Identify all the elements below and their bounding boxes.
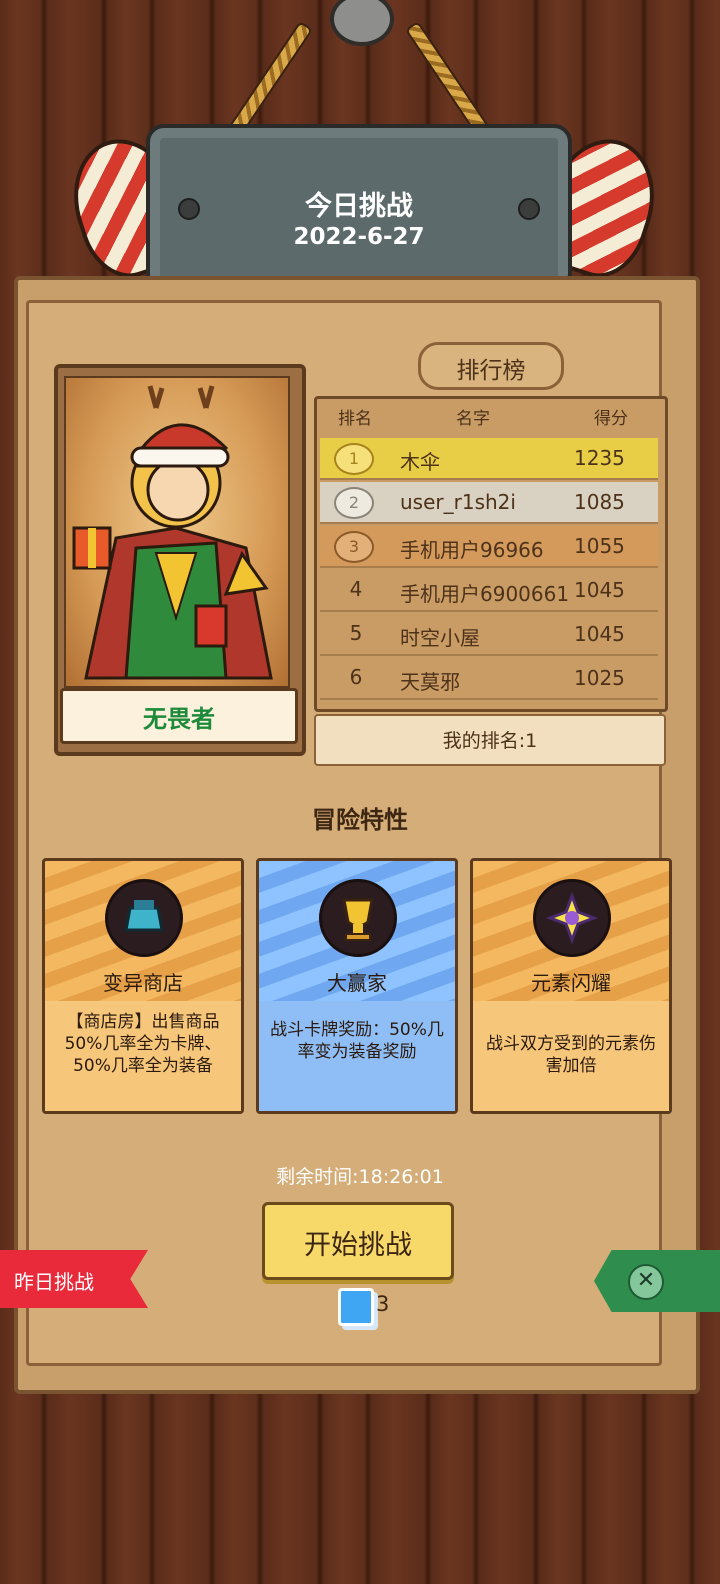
player-score: 1085 bbox=[574, 490, 625, 514]
player-score: 1055 bbox=[574, 534, 625, 558]
player-name: user_r1sh2i bbox=[400, 490, 516, 514]
close-button[interactable]: ✕ bbox=[594, 1250, 720, 1312]
mutant-shop-icon bbox=[105, 879, 183, 957]
yesterday-challenge-button[interactable]: 昨日挑战 bbox=[0, 1250, 148, 1308]
leaderboard-row: 1 木伞 1235 bbox=[320, 438, 658, 480]
ticket-count: 3 bbox=[376, 1292, 390, 1316]
player-name: 时空小屋 bbox=[400, 626, 480, 650]
page-title: 今日挑战 bbox=[305, 191, 413, 222]
remaining-time: 剩余时间:18:26:01 bbox=[276, 1166, 444, 1188]
trait-card-element-burst[interactable]: 元素闪耀 战斗双方受到的元素伤害加倍 bbox=[470, 858, 672, 1114]
start-challenge-button[interactable]: 开始挑战 bbox=[262, 1202, 454, 1280]
close-icon: ✕ bbox=[628, 1264, 664, 1300]
trait-name: 变异商店 bbox=[103, 971, 183, 995]
player-score: 1045 bbox=[574, 622, 625, 646]
player-score: 1025 bbox=[574, 666, 625, 690]
column-header-rank: 排名 bbox=[338, 409, 372, 429]
trait-description: 战斗双方受到的元素伤害加倍 bbox=[486, 1034, 656, 1076]
ticket-icon bbox=[338, 1288, 374, 1326]
player-score: 1045 bbox=[574, 578, 625, 602]
close-symbol: ✕ bbox=[636, 1268, 656, 1293]
player-name: 手机用户96966 bbox=[400, 538, 544, 562]
trait-card-mutant-shop[interactable]: 变异商店 【商店房】出售商品50%几率全为卡牌、50%几率全为装备 bbox=[42, 858, 244, 1114]
leaderboard-row: 5 时空小屋 1045 bbox=[320, 614, 658, 656]
player-name: 手机用户6900661 bbox=[400, 582, 570, 606]
leaderboard-title: 排行榜 bbox=[456, 358, 526, 384]
leaderboard-row: 3 手机用户96966 1055 bbox=[320, 526, 658, 568]
player-name: 木伞 bbox=[400, 450, 440, 474]
start-challenge-label: 开始挑战 bbox=[304, 1230, 412, 1261]
trait-description: 战斗卡牌奖励：50%几率变为装备奖励 bbox=[270, 1020, 444, 1062]
leaderboard-row: 6 天莫邪 1025 bbox=[320, 658, 658, 700]
rank-medal-icon: 1 bbox=[334, 443, 374, 475]
traits-title: 冒险特性 bbox=[312, 806, 408, 834]
hero-illustration-icon bbox=[72, 385, 273, 680]
player-score: 1235 bbox=[574, 446, 625, 470]
challenge-date: 2022-6-27 bbox=[293, 224, 425, 250]
leaderboard-title-plate: 排行榜 bbox=[418, 342, 564, 390]
rank-number: 4 bbox=[349, 577, 363, 601]
rank-medal-icon: 3 bbox=[334, 531, 374, 563]
header-sign: 今日挑战 2022-6-27 bbox=[146, 124, 572, 292]
nail-icon bbox=[330, 0, 394, 46]
player-name: 天莫邪 bbox=[400, 670, 460, 694]
rank-number: 6 bbox=[349, 665, 363, 689]
trait-name: 大赢家 bbox=[327, 971, 387, 995]
hero-name: 无畏者 bbox=[143, 705, 215, 733]
hero-name-plate: 无畏者 bbox=[60, 688, 298, 744]
trait-name: 元素闪耀 bbox=[531, 971, 611, 995]
my-rank: 我的排名:1 bbox=[442, 730, 538, 752]
leaderboard-row: 4 手机用户6900661 1045 bbox=[320, 570, 658, 612]
column-header-score: 得分 bbox=[594, 409, 628, 429]
rank-medal-icon: 2 bbox=[334, 487, 374, 519]
my-rank-plate: 我的排名:1 bbox=[314, 714, 666, 766]
trophy-icon bbox=[319, 879, 397, 957]
rank-number: 5 bbox=[349, 621, 363, 645]
hero-portrait bbox=[64, 376, 290, 688]
trait-card-big-winner[interactable]: 大赢家 战斗卡牌奖励：50%几率变为装备奖励 bbox=[256, 858, 458, 1114]
trait-description: 【商店房】出售商品50%几率全为卡牌、50%几率全为装备 bbox=[64, 1012, 222, 1076]
leaderboard-row: 2 user_r1sh2i 1085 bbox=[320, 482, 658, 524]
element-burst-icon bbox=[533, 879, 611, 957]
column-header-name: 名字 bbox=[456, 409, 490, 429]
yesterday-challenge-label: 昨日挑战 bbox=[14, 1270, 94, 1294]
